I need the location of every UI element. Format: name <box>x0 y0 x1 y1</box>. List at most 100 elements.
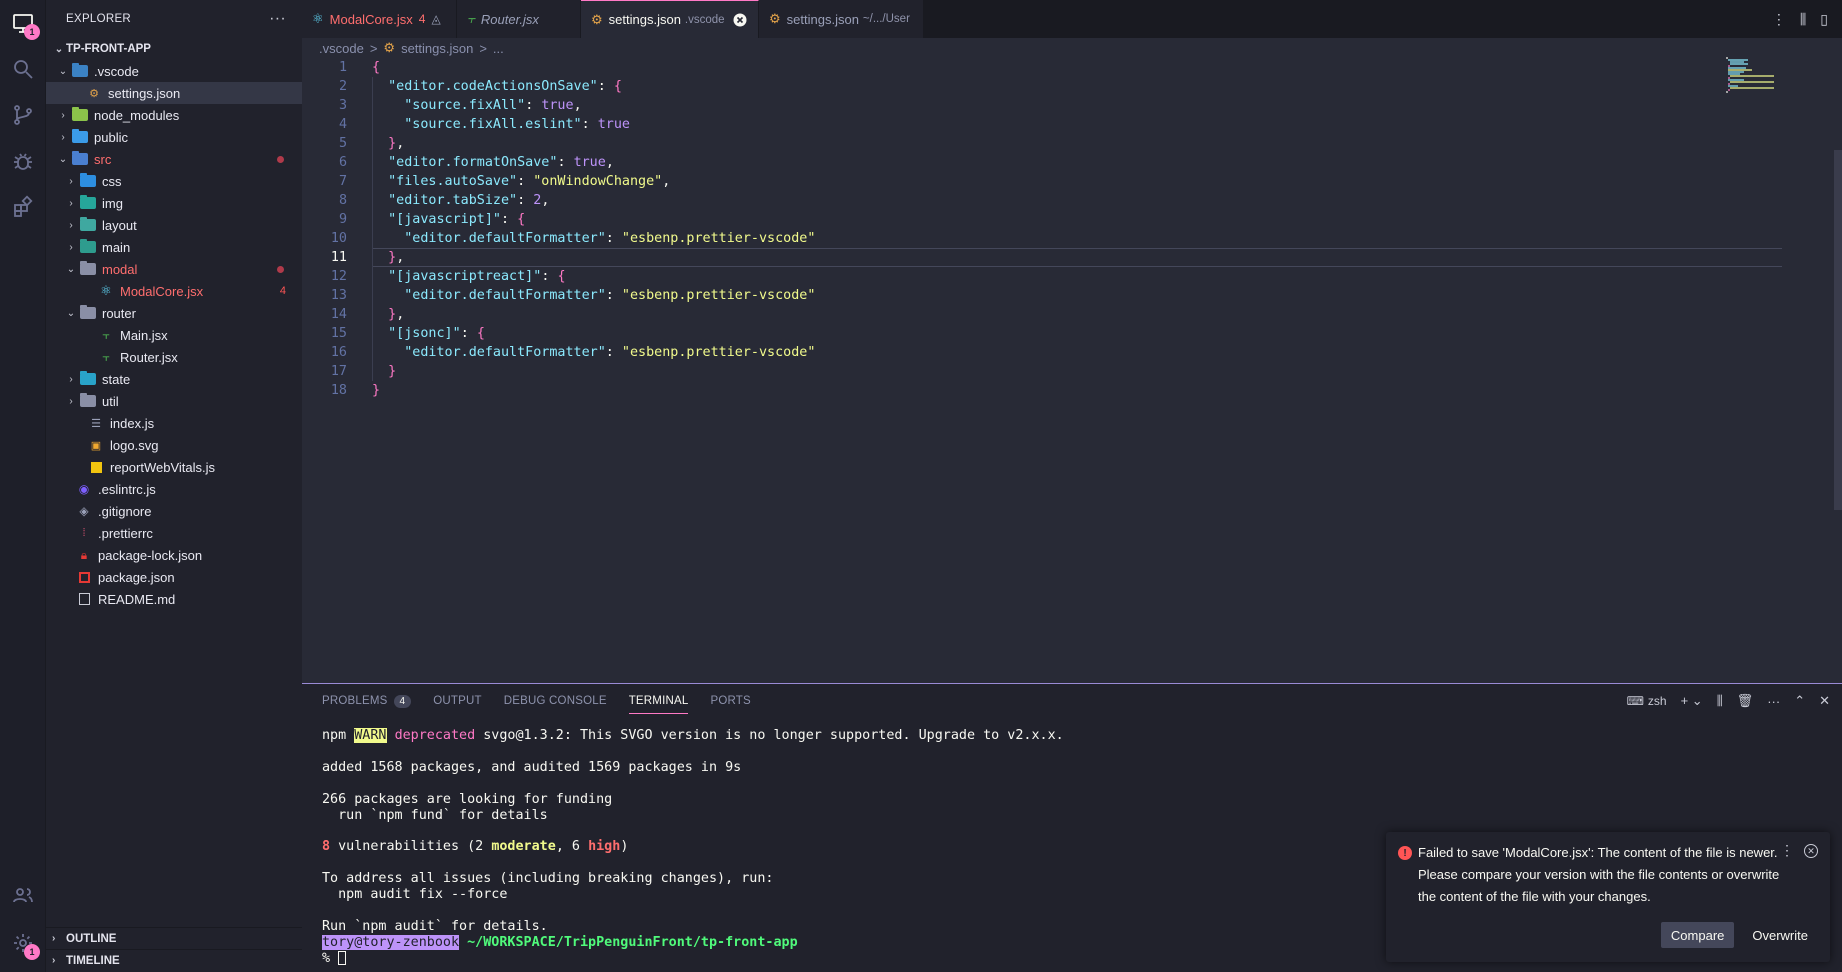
error-dot <box>277 155 284 163</box>
new-terminal-icon[interactable]: + ⌄ <box>1681 693 1703 709</box>
minimap[interactable] <box>1724 56 1794 96</box>
extensions-activity[interactable] <box>0 184 46 230</box>
code-line[interactable]: "[jsonc]": { <box>372 324 485 343</box>
modal-folder-icon <box>80 261 96 276</box>
error-dot <box>277 265 284 273</box>
breadcrumb-file[interactable]: settings.json <box>401 41 473 56</box>
code-line[interactable]: } <box>372 381 380 400</box>
tree-file-package-json[interactable]: package.json <box>46 566 302 588</box>
code-line[interactable]: "[javascript]": { <box>372 210 525 229</box>
more-actions-icon[interactable]: ··· <box>1767 694 1780 709</box>
tree-folder-img[interactable]: › img <box>46 192 302 214</box>
close-panel-icon[interactable]: ✕ <box>1819 693 1830 709</box>
split-terminal-icon[interactable]: ⫼ <box>1717 693 1723 709</box>
project-root[interactable]: ⌄ TP-FRONT-APP <box>46 38 302 60</box>
bottom-panel: PROBLEMS 4 OUTPUT DEBUG CONSOLE TERMINAL … <box>302 683 1842 972</box>
layout-folder-icon <box>80 217 96 232</box>
tree-file-readme[interactable]: README.md <box>46 588 302 610</box>
img-folder-icon <box>80 195 96 210</box>
accounts-icon <box>13 888 33 903</box>
source-control-activity[interactable] <box>0 92 46 138</box>
tree-folder-main[interactable]: › main <box>46 236 302 258</box>
code-line[interactable]: } <box>372 362 396 381</box>
search-activity[interactable] <box>0 46 46 92</box>
tree-file-package-lock[interactable]: 🔒︎ package-lock.json <box>46 544 302 566</box>
code-line[interactable]: "editor.codeActionsOnSave": { <box>372 77 622 96</box>
editor-scrollbar[interactable] <box>1834 150 1842 510</box>
tree-file-eslintrc[interactable]: ◉ .eslintrc.js <box>46 478 302 500</box>
code-line[interactable]: "editor.defaultFormatter": "esbenp.prett… <box>372 343 815 362</box>
more-actions-icon[interactable]: ··· <box>269 10 286 28</box>
tree-folder-modal[interactable]: ⌄ modal <box>46 258 302 280</box>
line-number: 1 <box>338 60 347 75</box>
tree-folder-util[interactable]: › util <box>46 390 302 412</box>
tree-folder-node-modules[interactable]: › node_modules <box>46 104 302 126</box>
tree-file-router-jsx[interactable]: ⫟ Router.jsx <box>46 346 302 368</box>
tree-file-main-jsx[interactable]: ⫟ Main.jsx <box>46 324 302 346</box>
split-editor-icon[interactable]: ⫼ <box>1800 11 1806 28</box>
tab-label: settings.json <box>608 12 681 27</box>
code-line[interactable]: "editor.tabSize": 2, <box>372 191 549 210</box>
tree-file-logo-svg[interactable]: ▣ logo.svg <box>46 434 302 456</box>
editor[interactable]: .vscode > ⚙ settings.json > ... 1 {2 "edi… <box>302 38 1842 683</box>
project-name: TP-FRONT-APP <box>66 43 151 55</box>
tab-debug-console[interactable]: DEBUG CONSOLE <box>504 684 607 718</box>
chevron-down-icon: ⌄ <box>58 65 68 77</box>
maximize-panel-icon[interactable]: ⌃ <box>1794 693 1805 709</box>
line-number: 2 <box>338 79 347 94</box>
code-line[interactable]: "files.autoSave": "onWindowChange", <box>372 172 670 191</box>
close-icon[interactable]: ✕ <box>1804 844 1818 858</box>
code-line[interactable]: "source.fixAll.eslint": true <box>372 115 630 134</box>
more-actions-icon[interactable]: ⋮ <box>1772 11 1786 28</box>
terminal-text: To address all issues (including breakin… <box>322 871 774 887</box>
tree-folder-vscode[interactable]: ⌄ .vscode <box>46 60 302 82</box>
tree-file-modalcore[interactable]: ⚛ ModalCore.jsx 4 <box>46 280 302 302</box>
trash-icon[interactable]: 🗑︎ <box>1737 693 1754 709</box>
tree-folder-src[interactable]: ⌄ src <box>46 148 302 170</box>
tree-folder-css[interactable]: › css <box>46 170 302 192</box>
breadcrumb-symbol[interactable]: ... <box>493 41 504 56</box>
close-icon[interactable] <box>733 13 747 27</box>
tree-folder-state[interactable]: › state <box>46 368 302 390</box>
manage-activity[interactable]: 1 <box>0 920 46 966</box>
tree-folder-router[interactable]: ⌄ router <box>46 302 302 324</box>
explorer-activity[interactable]: 1 <box>0 0 46 46</box>
tree-file-reportwebvitals[interactable]: reportWebVitals.js <box>46 456 302 478</box>
tab-settings-vscode[interactable]: ⚙ settings.json .vscode <box>581 0 759 38</box>
tab-terminal[interactable]: TERMINAL <box>628 684 689 718</box>
code-line[interactable]: "editor.defaultFormatter": "esbenp.prett… <box>372 286 815 305</box>
tab-settings-user[interactable]: ⚙ settings.json ~/.../User <box>759 0 924 38</box>
terminal-output[interactable]: npm WARN deprecated svgo@1.3.2: This SVG… <box>322 728 1064 967</box>
tree-file-index-js[interactable]: ☰ index.js <box>46 412 302 434</box>
code-line[interactable]: "editor.formatOnSave": true, <box>372 153 614 172</box>
breadcrumb-folder[interactable]: .vscode <box>319 41 364 56</box>
terminal-shell-selector[interactable]: ⌨ zsh <box>1627 694 1667 708</box>
accounts-activity[interactable] <box>0 872 46 918</box>
overwrite-button[interactable]: Overwrite <box>1742 922 1818 948</box>
code-line[interactable]: "source.fixAll": true, <box>372 96 581 115</box>
tree-folder-public[interactable]: › public <box>46 126 302 148</box>
tree-file-prettierrc[interactable]: ⁞ .prettierrc <box>46 522 302 544</box>
code-line[interactable]: }, <box>372 134 404 153</box>
tab-modalcore[interactable]: ⚛ ModalCore.jsx 4 ◬ <box>302 0 457 38</box>
code-line[interactable]: }, <box>372 248 404 267</box>
code-line[interactable]: "[javascriptreact]": { <box>372 267 565 286</box>
tab-ports[interactable]: PORTS <box>710 684 750 718</box>
layout-icon[interactable]: ▯ <box>1820 11 1828 28</box>
timeline-section[interactable]: › TIMELINE <box>46 949 302 971</box>
tab-output[interactable]: OUTPUT <box>433 684 481 718</box>
outline-section[interactable]: › OUTLINE <box>46 927 302 949</box>
code-line[interactable]: { <box>372 58 380 77</box>
compare-button[interactable]: Compare <box>1660 922 1735 948</box>
outline-title: OUTLINE <box>66 932 117 945</box>
tab-problems[interactable]: PROBLEMS 4 <box>322 684 412 718</box>
notification-more-icon[interactable]: ⋮ <box>1780 842 1794 859</box>
tree-file-gitignore[interactable]: ◈ .gitignore <box>46 500 302 522</box>
code-line[interactable]: "editor.defaultFormatter": "esbenp.prett… <box>372 229 815 248</box>
tree-file-settings-json[interactable]: ⚙ settings.json <box>46 82 302 104</box>
tree-folder-layout[interactable]: › layout <box>46 214 302 236</box>
tab-router[interactable]: ⫟ Router.jsx <box>457 0 581 38</box>
code-line[interactable]: }, <box>372 305 404 324</box>
tree-label: modal <box>102 261 138 277</box>
debug-activity[interactable] <box>0 138 46 184</box>
